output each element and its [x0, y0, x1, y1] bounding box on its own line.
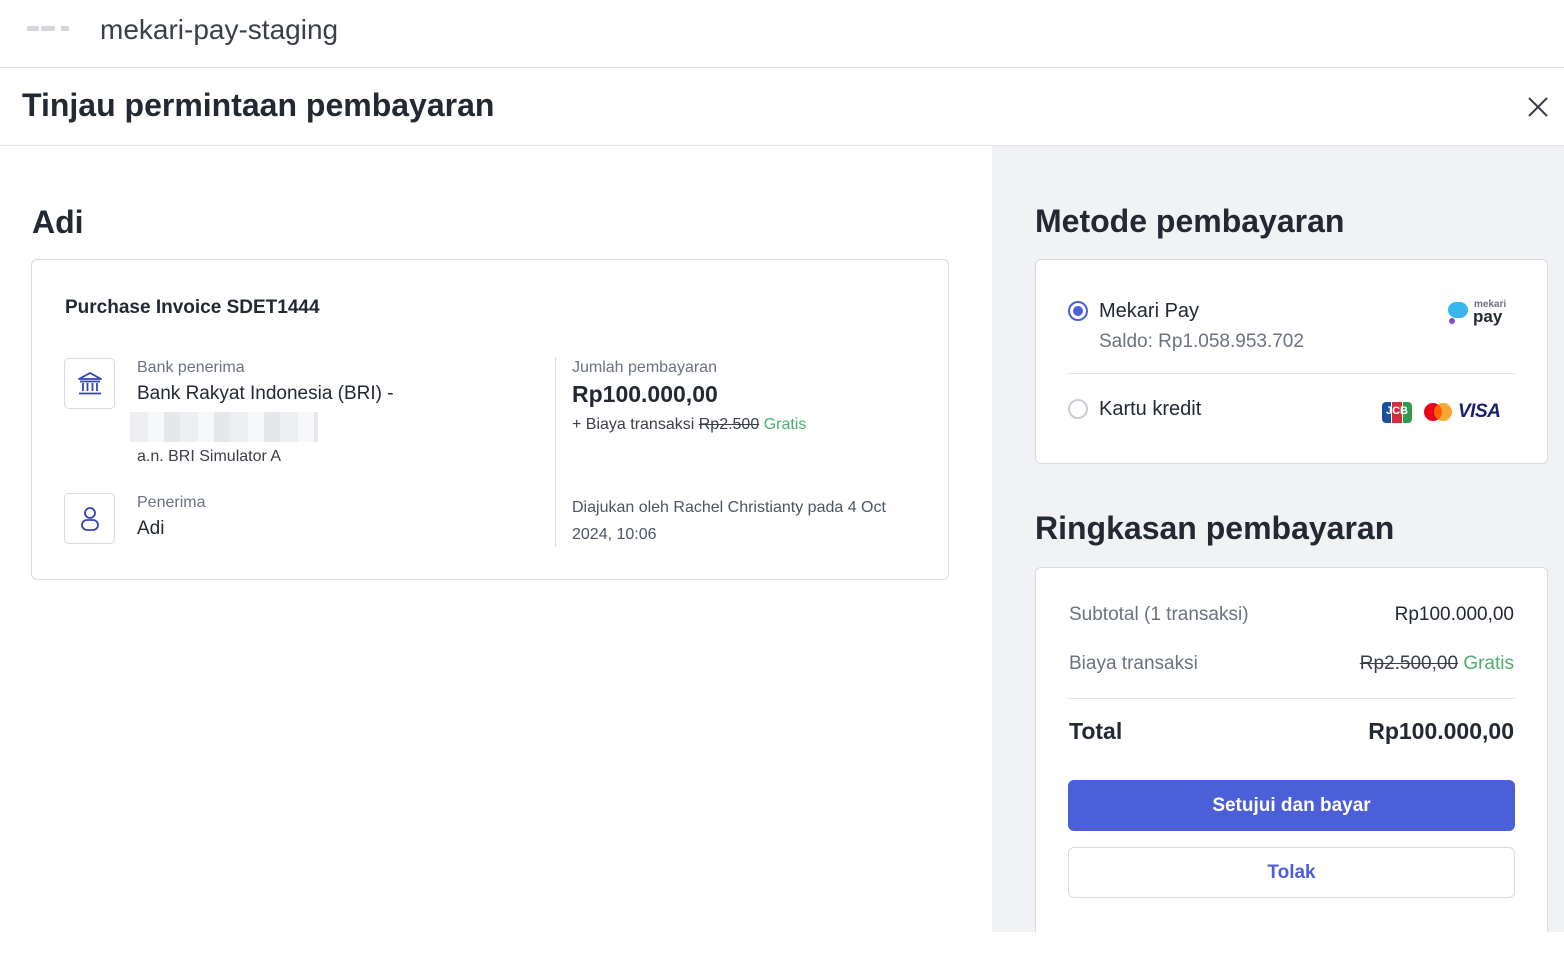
- subtotal-value: Rp100.000,00: [1394, 604, 1514, 625]
- modal-title: Tinjau permintaan pembayaran: [22, 87, 495, 123]
- mekari-pay-balance: Saldo: Rp1.058.953.702: [1099, 331, 1304, 352]
- subtotal-label: Subtotal (1 transaksi): [1069, 604, 1249, 625]
- bank-value: Bank Rakyat Indonesia (BRI) -: [137, 383, 394, 404]
- request-details-pane: Adi Purchase Invoice SDET1444 Bank pener…: [0, 146, 992, 967]
- fee-free: Gratis: [763, 416, 807, 433]
- summary-fee-original: Rp2.500,00: [1359, 653, 1459, 674]
- fee-label: Biaya transaksi: [1069, 653, 1198, 674]
- app-logo-icon: [27, 26, 71, 34]
- bank-icon-box: [64, 358, 115, 409]
- total-label: Total: [1069, 718, 1123, 744]
- fee-original: Rp2.500: [698, 416, 760, 433]
- modal-header: Tinjau permintaan pembayaran: [0, 69, 1564, 146]
- method-divider: [1068, 373, 1515, 374]
- recipient-label: Penerima: [137, 494, 206, 511]
- recipient-value: Adi: [137, 518, 165, 539]
- amount-value: Rp100.000,00: [572, 381, 718, 407]
- person-icon: [80, 506, 99, 531]
- payment-method-card: Mekari Pay Saldo: Rp1.058.953.702 mekari…: [1035, 259, 1548, 464]
- fee-prefix: + Biaya transaksi: [572, 416, 695, 433]
- summary-divider: [1068, 698, 1515, 699]
- reject-button[interactable]: Tolak: [1068, 847, 1515, 898]
- account-number-redacted: [130, 412, 318, 442]
- app-bar: mekari-pay-staging: [0, 0, 1564, 68]
- invoice-card: Purchase Invoice SDET1444 Bank penerima …: [31, 259, 949, 580]
- summary-title: Ringkasan pembayaran: [1035, 510, 1395, 546]
- summary-fee-free: Gratis: [1463, 653, 1514, 674]
- submitted-info: Diajukan oleh Rachel Christianty pada 4 …: [572, 499, 886, 543]
- total-value: Rp100.000,00: [1368, 718, 1514, 744]
- method-mekari-pay-label: Mekari Pay: [1099, 300, 1200, 322]
- close-icon: [1528, 97, 1548, 117]
- mastercard-icon: [1424, 403, 1452, 421]
- payment-method-title: Metode pembayaran: [1035, 203, 1345, 239]
- approve-pay-button[interactable]: Setujui dan bayar: [1068, 780, 1515, 831]
- jcb-label: JCB: [1385, 405, 1408, 417]
- bank-icon: [77, 371, 102, 394]
- jcb-icon: JCB: [1382, 402, 1412, 423]
- account-holder: a.n. BRI Simulator A: [137, 448, 282, 465]
- person-icon-box: [64, 493, 115, 544]
- summary-card: Subtotal (1 transaksi) Rp100.000,00 Biay…: [1035, 567, 1548, 932]
- bank-label: Bank penerima: [137, 359, 245, 376]
- fee-line: + Biaya transaksi Rp2.500 Gratis: [572, 416, 806, 434]
- card-divider: [555, 357, 556, 547]
- radio-mekari-pay[interactable]: [1068, 301, 1088, 321]
- visa-icon: VISA: [1458, 401, 1501, 422]
- method-kartu-kredit-label: Kartu kredit: [1099, 398, 1202, 420]
- recipient-heading: Adi: [32, 204, 84, 240]
- close-button[interactable]: [1520, 89, 1556, 125]
- payment-pane: Metode pembayaran Mekari Pay Saldo: Rp1.…: [992, 146, 1564, 932]
- mekari-pay-logo: mekari pay: [1447, 299, 1511, 327]
- mekari-pay-logo-big: pay: [1473, 307, 1503, 326]
- invoice-title: Purchase Invoice SDET1444: [65, 297, 320, 318]
- radio-kartu-kredit[interactable]: [1068, 399, 1088, 419]
- fee-value: Rp2.500,00 Gratis: [1360, 653, 1514, 675]
- app-title: mekari-pay-staging: [100, 14, 339, 45]
- amount-label: Jumlah pembayaran: [572, 359, 717, 376]
